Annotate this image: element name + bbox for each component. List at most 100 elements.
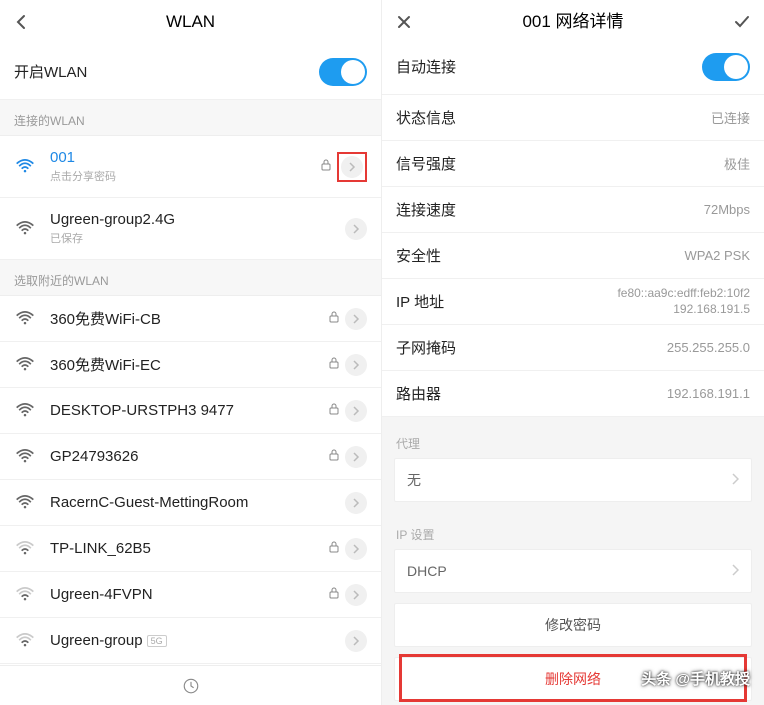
chevron-right-icon[interactable] <box>345 584 367 606</box>
wifi-icon <box>14 584 36 606</box>
wifi-name: Ugreen-group5G <box>50 632 345 649</box>
ip-settings-value: DHCP <box>407 563 731 579</box>
band-badge: 5G <box>147 635 167 647</box>
connected-network-row[interactable]: 001 点击分享密码 <box>0 136 381 198</box>
wifi-label-group: RacernC-Guest-MettingRoom <box>50 494 345 511</box>
chevron-right-icon[interactable] <box>345 218 367 240</box>
chevron-right-icon[interactable] <box>345 630 367 652</box>
back-icon[interactable] <box>0 0 44 44</box>
auto-connect-toggle[interactable] <box>702 53 750 81</box>
wifi-label-group: Ugreen-group2.4G 已保存 <box>50 211 345 246</box>
connected-network-row[interactable]: Ugreen-group2.4G 已保存 <box>0 198 381 260</box>
change-password-button[interactable]: 修改密码 <box>394 603 752 647</box>
wifi-icon <box>14 218 36 240</box>
wifi-icon <box>14 156 36 178</box>
chevron-right-icon[interactable] <box>341 156 363 178</box>
wifi-name: Ugreen-4FVPN <box>50 586 329 603</box>
wifi-icon <box>14 354 36 376</box>
connected-network-list: 001 点击分享密码 Ugreen-group2.4G 已保存 <box>0 136 381 260</box>
proxy-select[interactable]: 无 <box>394 458 752 502</box>
detail-value: 255.255.255.0 <box>667 340 750 355</box>
detail-label: 子网掩码 <box>396 337 667 358</box>
delete-network-button[interactable]: 删除网络 <box>394 657 752 701</box>
lock-icon <box>329 403 339 418</box>
highlight-box <box>337 152 367 182</box>
wifi-label-group: TP-LINK_62B5 <box>50 540 329 557</box>
nearby-network-row[interactable]: RacernC-Guest-MettingRoom <box>0 480 381 526</box>
proxy-value: 无 <box>407 470 731 490</box>
chevron-right-icon[interactable] <box>345 400 367 422</box>
nearby-network-row[interactable]: Ugreen-4FVPN <box>0 572 381 618</box>
chevron-right-icon[interactable] <box>345 308 367 330</box>
detail-row: 状态信息 已连接 <box>382 95 764 141</box>
wifi-label-group: GP24793626 <box>50 448 329 465</box>
detail-label: IP 地址 <box>396 291 617 312</box>
clock-icon <box>182 677 200 695</box>
enable-wlan-toggle[interactable] <box>319 58 367 86</box>
wifi-label-group: 001 点击分享密码 <box>50 149 321 184</box>
wifi-name: 360免费WiFi-EC <box>50 354 329 375</box>
chevron-right-icon[interactable] <box>345 538 367 560</box>
nearby-network-row[interactable]: GP24793626 <box>0 434 381 480</box>
nearby-network-row[interactable]: 360免费WiFi-CB <box>0 296 381 342</box>
ip-settings-select[interactable]: DHCP <box>394 549 752 593</box>
ip-settings-group-label: IP 设置 <box>382 512 764 549</box>
wifi-icon <box>14 492 36 514</box>
wifi-subtitle: 点击分享密码 <box>50 168 321 184</box>
chevron-right-icon[interactable] <box>345 354 367 376</box>
wifi-name: 360免费WiFi-CB <box>50 308 329 329</box>
confirm-icon[interactable] <box>720 0 764 44</box>
detail-title: 001 网络详情 <box>522 7 623 32</box>
wifi-subtitle: 已保存 <box>50 230 345 246</box>
detail-header: 001 网络详情 <box>382 0 764 39</box>
chevron-right-icon[interactable] <box>345 492 367 514</box>
enable-wlan-row[interactable]: 开启WLAN <box>0 44 381 100</box>
chevron-right-icon <box>731 563 739 579</box>
nearby-network-list: 360免费WiFi-CB 360免费WiFi-EC DESKTOP-URSTPH… <box>0 296 381 665</box>
detail-label: 安全性 <box>396 245 684 266</box>
wifi-label-group: 360免费WiFi-EC <box>50 354 329 375</box>
wifi-icon <box>14 446 36 468</box>
change-password-label: 修改密码 <box>545 615 601 635</box>
detail-value: 已连接 <box>711 108 750 127</box>
detail-value: 72Mbps <box>704 202 750 217</box>
detail-value: WPA2 PSK <box>684 248 750 263</box>
close-icon[interactable] <box>382 0 426 44</box>
wifi-icon <box>14 308 36 330</box>
detail-value: fe80::aa9c:edff:feb2:10f2192.168.191.5 <box>617 286 750 317</box>
detail-row: 路由器 192.168.191.1 <box>382 371 764 417</box>
detail-label: 状态信息 <box>396 107 711 128</box>
wlan-title: WLAN <box>166 12 215 32</box>
lock-icon <box>329 311 339 326</box>
network-detail-pane: 001 网络详情 自动连接 状态信息 已连接 信号强度 极佳 连接速度 72Mb… <box>382 0 764 705</box>
wifi-name: Ugreen-group2.4G <box>50 211 345 228</box>
chevron-right-icon[interactable] <box>345 446 367 468</box>
nearby-network-row[interactable]: TP-LINK_62B5 <box>0 526 381 572</box>
connected-section-header: 连接的WLAN <box>0 100 381 136</box>
detail-value: 极佳 <box>724 154 750 173</box>
detail-label: 信号强度 <box>396 153 724 174</box>
nearby-network-row[interactable]: 360免费WiFi-EC <box>0 342 381 388</box>
wifi-name: RacernC-Guest-MettingRoom <box>50 494 345 511</box>
wifi-icon <box>14 400 36 422</box>
nearby-network-row[interactable]: Ugreen-group5G <box>0 618 381 664</box>
detail-label: 路由器 <box>396 383 667 404</box>
chevron-right-icon <box>731 472 739 488</box>
detail-row: 连接速度 72Mbps <box>382 187 764 233</box>
network-detail-list: 状态信息 已连接 信号强度 极佳 连接速度 72Mbps 安全性 WPA2 PS… <box>382 95 764 417</box>
nearby-network-row[interactable]: DESKTOP-URSTPH3 9477 <box>0 388 381 434</box>
detail-bottom-area: 代理 无 IP 设置 DHCP 修改密码 删除网络 <box>382 417 764 705</box>
detail-row: 子网掩码 255.255.255.0 <box>382 325 764 371</box>
wifi-label-group: Ugreen-4FVPN <box>50 586 329 603</box>
wlan-list-pane: WLAN 开启WLAN 连接的WLAN 001 点击分享密码 Ugreen-gr… <box>0 0 382 705</box>
lock-icon <box>329 449 339 464</box>
auto-connect-row[interactable]: 自动连接 <box>382 39 764 95</box>
history-bar[interactable] <box>0 665 381 705</box>
wifi-name: DESKTOP-URSTPH3 9477 <box>50 402 329 419</box>
wifi-icon <box>14 630 36 652</box>
proxy-group-label: 代理 <box>382 421 764 458</box>
detail-value: 192.168.191.1 <box>667 386 750 401</box>
wifi-icon <box>14 538 36 560</box>
wifi-label-group: Ugreen-group5G <box>50 632 345 649</box>
enable-wlan-label: 开启WLAN <box>14 61 319 82</box>
